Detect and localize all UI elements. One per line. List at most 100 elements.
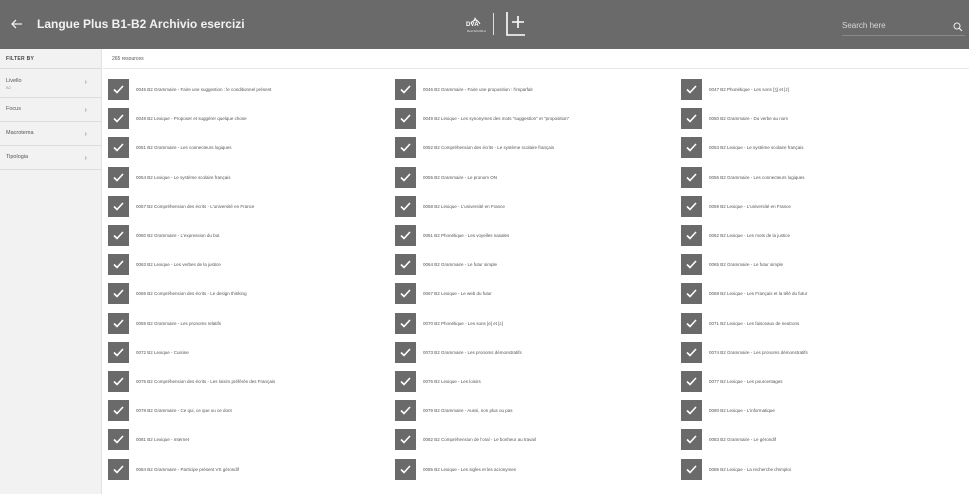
resource-card[interactable]: 0070 B2 Phonétique - Les sons [e] et [ɛ] (395, 312, 675, 334)
checkmark-icon[interactable] (395, 429, 416, 451)
search-icon[interactable] (953, 19, 963, 32)
resource-title[interactable]: 0078 B2 Grammaire - Ce qui, ce que ou ce… (136, 408, 232, 413)
checkmark-icon[interactable] (108, 400, 129, 422)
resource-card[interactable]: 0074 B2 Grammaire - Les pronoms démonstr… (681, 341, 961, 363)
checkmark-icon[interactable] (108, 79, 129, 100)
checkmark-icon[interactable] (108, 371, 129, 392)
resource-card[interactable]: 0048 B2 Lexique - Proposer et suggérer q… (108, 108, 388, 130)
resource-title[interactable]: 0083 B2 Grammaire - Le gérondif (709, 437, 776, 442)
checkmark-icon[interactable] (681, 283, 702, 305)
checkmark-icon[interactable] (395, 108, 416, 130)
checkmark-icon[interactable] (108, 225, 129, 246)
resource-card[interactable]: 0063 B2 Lexique - Les verbes de la justi… (108, 254, 388, 276)
resource-title[interactable]: 0056 B2 Grammaire - Les connecteurs logi… (709, 175, 805, 180)
resource-title[interactable]: 0048 B2 Lexique - Proposer et suggérer q… (136, 116, 247, 121)
resource-card[interactable]: 0058 B2 Lexique - L'université en France (395, 195, 675, 217)
checkmark-icon[interactable] (681, 400, 702, 422)
resource-title[interactable]: 0065 B2 Grammaire - Le futur simple (709, 262, 783, 267)
resource-title[interactable]: 0071 B2 Lexique - Les faisceaux de neutr… (709, 321, 799, 326)
resource-card[interactable]: 0060 B2 Grammaire - L'expression du but (108, 225, 388, 246)
resource-title[interactable]: 0063 B2 Lexique - Les verbes de la justi… (136, 262, 221, 267)
resource-title[interactable]: 0064 B2 Grammaire - Le futur simple (423, 262, 497, 267)
checkmark-icon[interactable] (681, 429, 702, 451)
checkmark-icon[interactable] (681, 254, 702, 276)
resource-card[interactable]: 0066 B2 Compréhension des écrits - Le de… (108, 283, 388, 305)
resource-card[interactable]: 0085 B2 Lexique - Les sigles et les acro… (395, 458, 675, 480)
resource-title[interactable]: 0054 B2 Lexique - Le système scolaire fr… (136, 175, 231, 180)
resource-card[interactable]: 0050 B2 Grammaire - Du verbe au nom (681, 108, 961, 130)
resource-title[interactable]: 0085 B2 Lexique - Les sigles et les acro… (423, 467, 516, 472)
resource-card[interactable]: 0056 B2 Grammaire - Les connecteurs logi… (681, 166, 961, 188)
resource-card[interactable]: 0078 B2 Grammaire - Ce qui, ce que ou ce… (108, 400, 388, 422)
resource-title[interactable]: 0076 B2 Lexique - Les loisirs (423, 379, 481, 384)
resource-card[interactable]: 0068 B2 Lexique - Les Français et la tél… (681, 283, 961, 305)
resource-card[interactable]: 0045 B2 Grammaire - Faire une suggestion… (108, 79, 388, 100)
checkmark-icon[interactable] (395, 400, 416, 422)
resource-title[interactable]: 0073 B2 Grammaire - Les pronoms démonstr… (423, 350, 522, 355)
resource-card[interactable]: 0086 B2 Lexique - La recherche d'emploi (681, 458, 961, 480)
resource-title[interactable]: 0086 B2 Lexique - La recherche d'emploi (709, 467, 791, 472)
resource-title[interactable]: 0075 B2 Compréhension des écrits - Les l… (136, 379, 275, 384)
checkmark-icon[interactable] (108, 283, 129, 305)
checkmark-icon[interactable] (395, 458, 416, 480)
checkmark-icon[interactable] (395, 166, 416, 188)
resource-title[interactable]: 0069 B2 Grammaire - Les pronoms relatifs (136, 321, 221, 326)
resource-card[interactable]: 0053 B2 Lexique - Le système scolaire fr… (681, 137, 961, 159)
resource-title[interactable]: 0051 B2 Grammaire - Les connecteurs logi… (136, 145, 232, 150)
resource-card[interactable]: 0071 B2 Lexique - Les faisceaux de neutr… (681, 312, 961, 334)
resource-card[interactable]: 0081 B2 Lexique - Internet (108, 429, 388, 451)
checkmark-icon[interactable] (395, 195, 416, 217)
resource-card[interactable]: 0055 B2 Grammaire - Le pronom ON (395, 166, 675, 188)
filter-macrotema[interactable]: Macrotema › (0, 122, 101, 146)
checkmark-icon[interactable] (681, 371, 702, 392)
checkmark-icon[interactable] (681, 108, 702, 130)
filter-tipologia[interactable]: Tipologia › (0, 146, 101, 170)
resource-title[interactable]: 0068 B2 Lexique - Les Français et la tél… (709, 291, 807, 296)
resource-title[interactable]: 0066 B2 Compréhension des écrits - Le de… (136, 291, 247, 296)
resource-title[interactable]: 0081 B2 Lexique - Internet (136, 437, 189, 442)
resource-card[interactable]: 0073 B2 Grammaire - Les pronoms démonstr… (395, 341, 675, 363)
checkmark-icon[interactable] (108, 429, 129, 451)
filter-livello[interactable]: Livello B2 › (0, 69, 101, 98)
resource-title[interactable]: 0080 B2 Lexique - L'informatique (709, 408, 775, 413)
checkmark-icon[interactable] (681, 458, 702, 480)
resource-title[interactable]: 0047 B2 Phonétique - Les sons [ʒ] et [z] (709, 87, 789, 92)
resource-card[interactable]: 0077 B2 Lexique - Les pourcentages (681, 371, 961, 392)
checkmark-icon[interactable] (681, 137, 702, 159)
resource-title[interactable]: 0061 B2 Phonétique - Les voyelles nasale… (423, 233, 509, 238)
resource-card[interactable]: 0076 B2 Lexique - Les loisirs (395, 371, 675, 392)
checkmark-icon[interactable] (395, 225, 416, 246)
checkmark-icon[interactable] (108, 341, 129, 363)
checkmark-icon[interactable] (395, 312, 416, 334)
checkmark-icon[interactable] (395, 137, 416, 159)
resource-card[interactable]: 0051 B2 Grammaire - Les connecteurs logi… (108, 137, 388, 159)
resource-title[interactable]: 0072 B2 Lexique - Cuisine (136, 350, 189, 355)
resource-title[interactable]: 0079 B2 Grammaire - Aussi, non plus ou p… (423, 408, 513, 413)
resource-card[interactable]: 0047 B2 Phonétique - Les sons [ʒ] et [z] (681, 79, 961, 100)
resource-title[interactable]: 0059 B2 Lexique - L'université en France (709, 204, 791, 209)
back-arrow-icon[interactable] (10, 17, 24, 31)
resource-title[interactable]: 0052 B2 Compréhension des écrits - Le sy… (423, 145, 554, 150)
resource-card[interactable]: 0059 B2 Lexique - L'université en France (681, 195, 961, 217)
checkmark-icon[interactable] (108, 312, 129, 334)
resource-title[interactable]: 0045 B2 Grammaire - Faire une suggestion… (136, 87, 271, 92)
resource-title[interactable]: 0060 B2 Grammaire - L'expression du but (136, 233, 219, 238)
resource-card[interactable]: 0046 B2 Grammaire - Faire une propositio… (395, 79, 675, 100)
resource-card[interactable]: 0079 B2 Grammaire - Aussi, non plus ou p… (395, 400, 675, 422)
resource-card[interactable]: 0064 B2 Grammaire - Le futur simple (395, 254, 675, 276)
checkmark-icon[interactable] (395, 283, 416, 305)
resource-card[interactable]: 0084 B2 Grammaire - Participe présent VS… (108, 458, 388, 480)
resource-card[interactable]: 0067 B2 Lexique - Le web du futur (395, 283, 675, 305)
resource-card[interactable]: 0049 B2 Lexique - Les synonymes des mots… (395, 108, 675, 130)
resource-card[interactable]: 0054 B2 Lexique - Le système scolaire fr… (108, 166, 388, 188)
resource-card[interactable]: 0061 B2 Phonétique - Les voyelles nasale… (395, 225, 675, 246)
resource-title[interactable]: 0062 B2 Lexique - Les mots de la justice (709, 233, 790, 238)
resource-title[interactable]: 0082 B2 Compréhension de l'oral - Le bon… (423, 437, 536, 442)
resource-card[interactable]: 0083 B2 Grammaire - Le gérondif (681, 429, 961, 451)
checkmark-icon[interactable] (395, 79, 416, 100)
checkmark-icon[interactable] (681, 195, 702, 217)
resource-title[interactable]: 0055 B2 Grammaire - Le pronom ON (423, 175, 497, 180)
checkmark-icon[interactable] (108, 108, 129, 130)
checkmark-icon[interactable] (681, 79, 702, 100)
checkmark-icon[interactable] (681, 166, 702, 188)
